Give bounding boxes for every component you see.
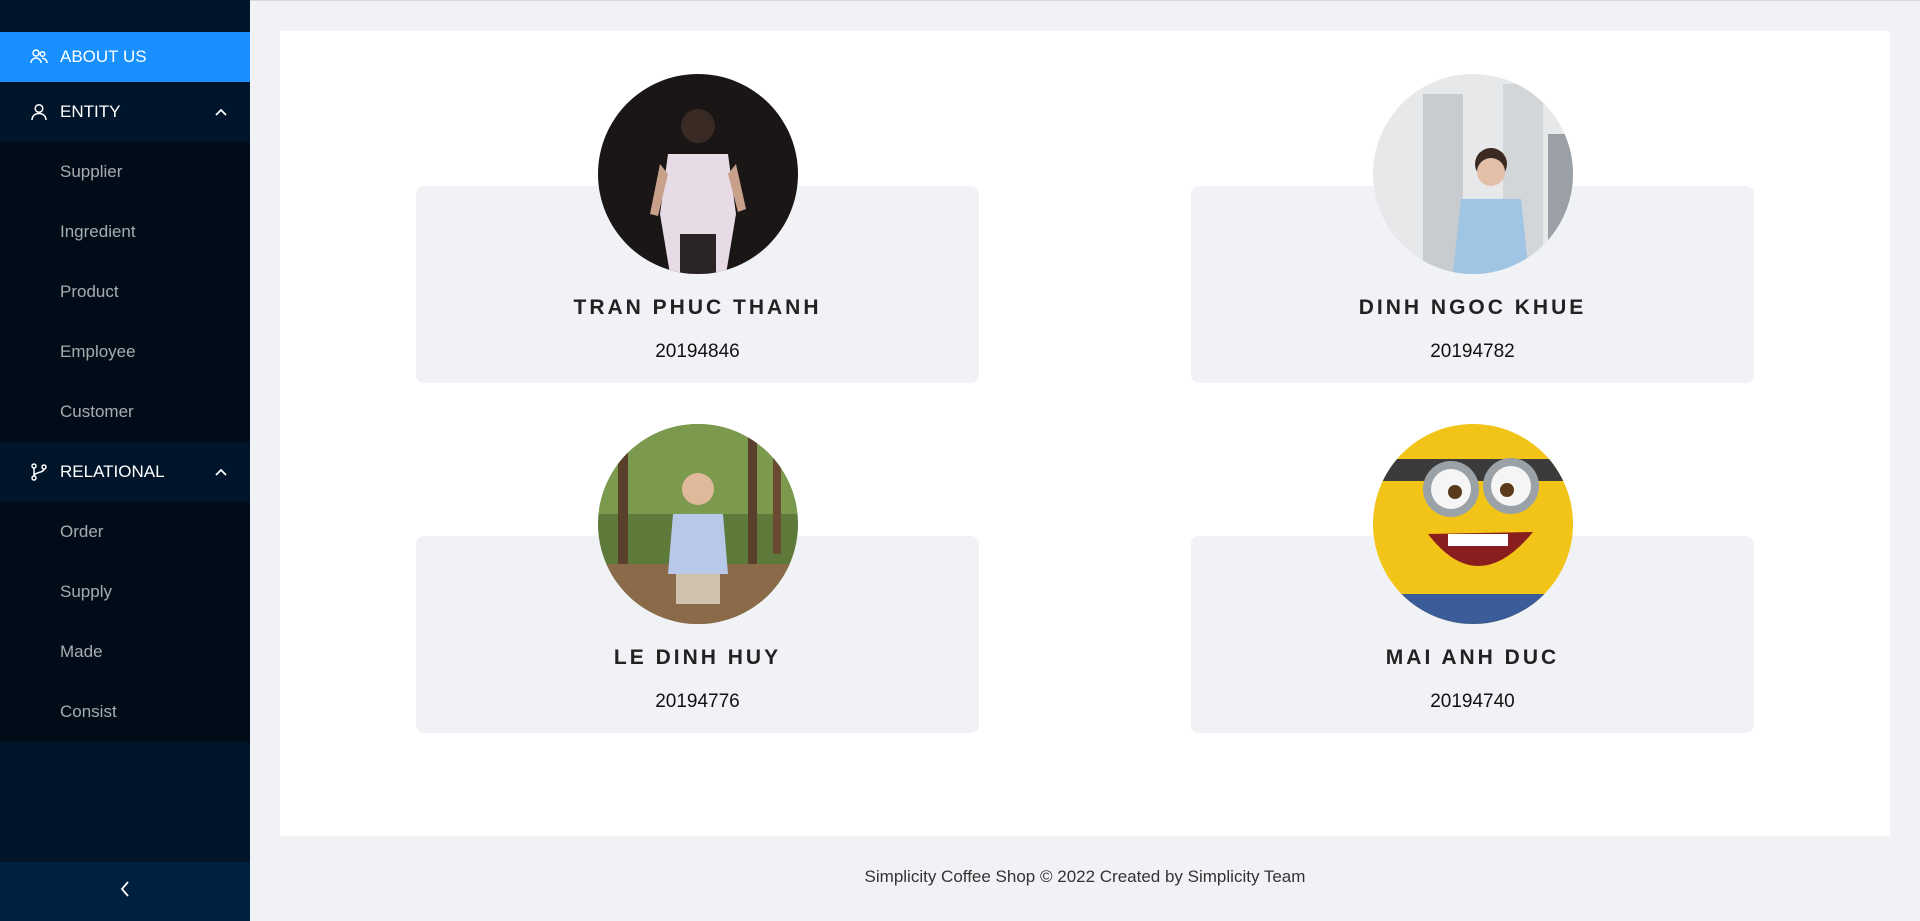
member-id: 20194776 xyxy=(655,691,740,712)
sidebar: ABOUT US ENTITY Supplier Ingredient Prod… xyxy=(0,0,250,921)
chevron-left-icon xyxy=(120,881,130,902)
sidebar-item-supplier[interactable]: Supplier xyxy=(0,142,250,202)
sidebar-item-ingredient[interactable]: Ingredient xyxy=(0,202,250,262)
member-id: 20194782 xyxy=(1430,341,1515,362)
branch-icon xyxy=(30,463,48,481)
submenu-relational[interactable]: RELATIONAL xyxy=(0,442,250,502)
member-name: MAI ANH DUC xyxy=(1385,646,1560,669)
menu-item-label: ABOUT US xyxy=(60,47,147,66)
menu-item-about-us[interactable]: ABOUT US xyxy=(0,32,250,82)
chevron-up-icon xyxy=(214,105,228,119)
avatar xyxy=(598,74,798,274)
avatar xyxy=(1373,74,1573,274)
footer-text: Simplicity Coffee Shop © 2022 Created by… xyxy=(864,867,1306,886)
collapse-sidebar-button[interactable] xyxy=(0,862,250,921)
sidebar-item-order[interactable]: Order xyxy=(0,502,250,562)
submenu-relational-label: RELATIONAL xyxy=(60,462,165,481)
team-icon xyxy=(30,48,48,66)
member-name: DINH NGOC KHUE xyxy=(1358,296,1587,319)
sidebar-item-supply[interactable]: Supply xyxy=(0,562,250,622)
member-name: TRAN PHUC THANH xyxy=(573,296,822,319)
entity-submenu: Supplier Ingredient Product Employee Cus… xyxy=(0,142,250,442)
sidebar-item-consist[interactable]: Consist xyxy=(0,682,250,742)
chevron-up-icon xyxy=(214,465,228,479)
member-name: LE DINH HUY xyxy=(613,646,782,669)
avatar xyxy=(598,424,798,624)
sidebar-item-customer[interactable]: Customer xyxy=(0,382,250,442)
member-id: 20194740 xyxy=(1430,691,1515,712)
user-icon xyxy=(30,103,48,121)
about-us-content: TRAN PHUC THANH 20194846 DINH NGOC KHUE … xyxy=(280,31,1890,836)
member-id: 20194846 xyxy=(655,341,740,362)
avatar xyxy=(1373,424,1573,624)
sidebar-item-product[interactable]: Product xyxy=(0,262,250,322)
submenu-entity-label: ENTITY xyxy=(60,102,121,121)
sidebar-item-made[interactable]: Made xyxy=(0,622,250,682)
submenu-entity[interactable]: ENTITY xyxy=(0,82,250,142)
sidebar-item-employee[interactable]: Employee xyxy=(0,322,250,382)
header-divider xyxy=(250,0,1920,1)
relational-submenu: Order Supply Made Consist xyxy=(0,502,250,742)
